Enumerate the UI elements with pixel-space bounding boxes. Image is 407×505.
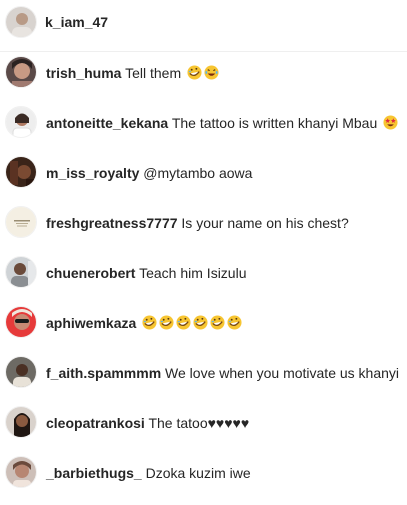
commenter-avatar[interactable] [5,106,37,138]
commenter-avatar[interactable] [5,306,37,338]
commenter-avatar[interactable] [5,456,37,488]
commenter-avatar[interactable] [5,56,37,88]
comment-line: freshgreatness7777 Is your name on his c… [46,214,349,232]
comment-text: Tell them [125,65,182,81]
comment-row: f_aith.spammmm We love when you motivate… [0,356,407,396]
rofl-emoji [193,315,208,330]
comment-row: m_iss_royalty @mytambo aowa [0,156,407,196]
comment-row: antoneitte_kekana The tattoo is written … [0,106,407,146]
comment-line: trish_huma Tell them [46,64,219,82]
commenter-avatar[interactable] [5,206,37,238]
comment-row: chuenerobert Teach him Isizulu [0,256,407,296]
commenter-avatar[interactable] [5,356,37,388]
comment-username[interactable]: aphiwemkaza [46,315,136,331]
rofl-emoji [159,315,174,330]
comment-text: Dzoka kuzim iwe [145,465,251,481]
comment-row: _barbiethugs_ Dzoka kuzim iwe [0,456,407,496]
star-struck-emoji [383,115,398,130]
post-author-username[interactable]: k_iam_47 [45,14,108,30]
commenter-avatar[interactable] [5,406,37,438]
rofl-emoji [210,315,225,330]
rofl-emoji [176,315,191,330]
comment-line: chuenerobert Teach him Isizulu [46,264,247,282]
comment-line: antoneitte_kekana The tattoo is written … [46,114,398,132]
comment-text: Teach him Isizulu [139,265,247,281]
comment-username[interactable]: freshgreatness7777 [46,215,178,231]
comment-line: aphiwemkaza [46,314,242,332]
comments-panel: k_iam_47 trish_huma Tell them antoneitte… [0,0,407,505]
comment-line: f_aith.spammmm We love when you motivate… [46,364,399,382]
comment-text: The tattoo is written khanyi Mbau [171,115,378,131]
comment-row: trish_huma Tell them [0,56,407,96]
comment-line: cleopatrankosi The tatoo♥♥♥♥♥ [46,414,249,432]
comment-line: _barbiethugs_ Dzoka kuzim iwe [46,464,251,482]
rofl-emoji [227,315,242,330]
rofl-emoji [142,315,157,330]
comment-username[interactable]: chuenerobert [46,265,135,281]
comment-text: Is your name on his chest? [181,215,349,231]
comment-username[interactable]: m_iss_royalty [46,165,139,181]
comment-row: freshgreatness7777 Is your name on his c… [0,206,407,246]
laughing-emoji [204,65,219,80]
comment-row: aphiwemkaza [0,306,407,346]
commenter-avatar[interactable] [5,256,37,288]
comment-text: @mytambo aowa [143,165,253,181]
post-header: k_iam_47 [0,0,407,52]
comment-username[interactable]: trish_huma [46,65,121,81]
comment-row: cleopatrankosi The tatoo♥♥♥♥♥ [0,406,407,446]
commenter-avatar[interactable] [5,156,37,188]
rofl-emoji [187,65,202,80]
comment-username[interactable]: cleopatrankosi [46,415,145,431]
comment-username[interactable]: f_aith.spammmm [46,365,161,381]
comment-text: We love when you motivate us khanyi [165,365,400,381]
post-author-avatar[interactable] [5,6,37,38]
comment-line: m_iss_royalty @mytambo aowa [46,164,252,182]
comment-username[interactable]: _barbiethugs_ [46,465,142,481]
comment-text: The tatoo♥♥♥♥♥ [148,415,250,431]
comment-username[interactable]: antoneitte_kekana [46,115,168,131]
